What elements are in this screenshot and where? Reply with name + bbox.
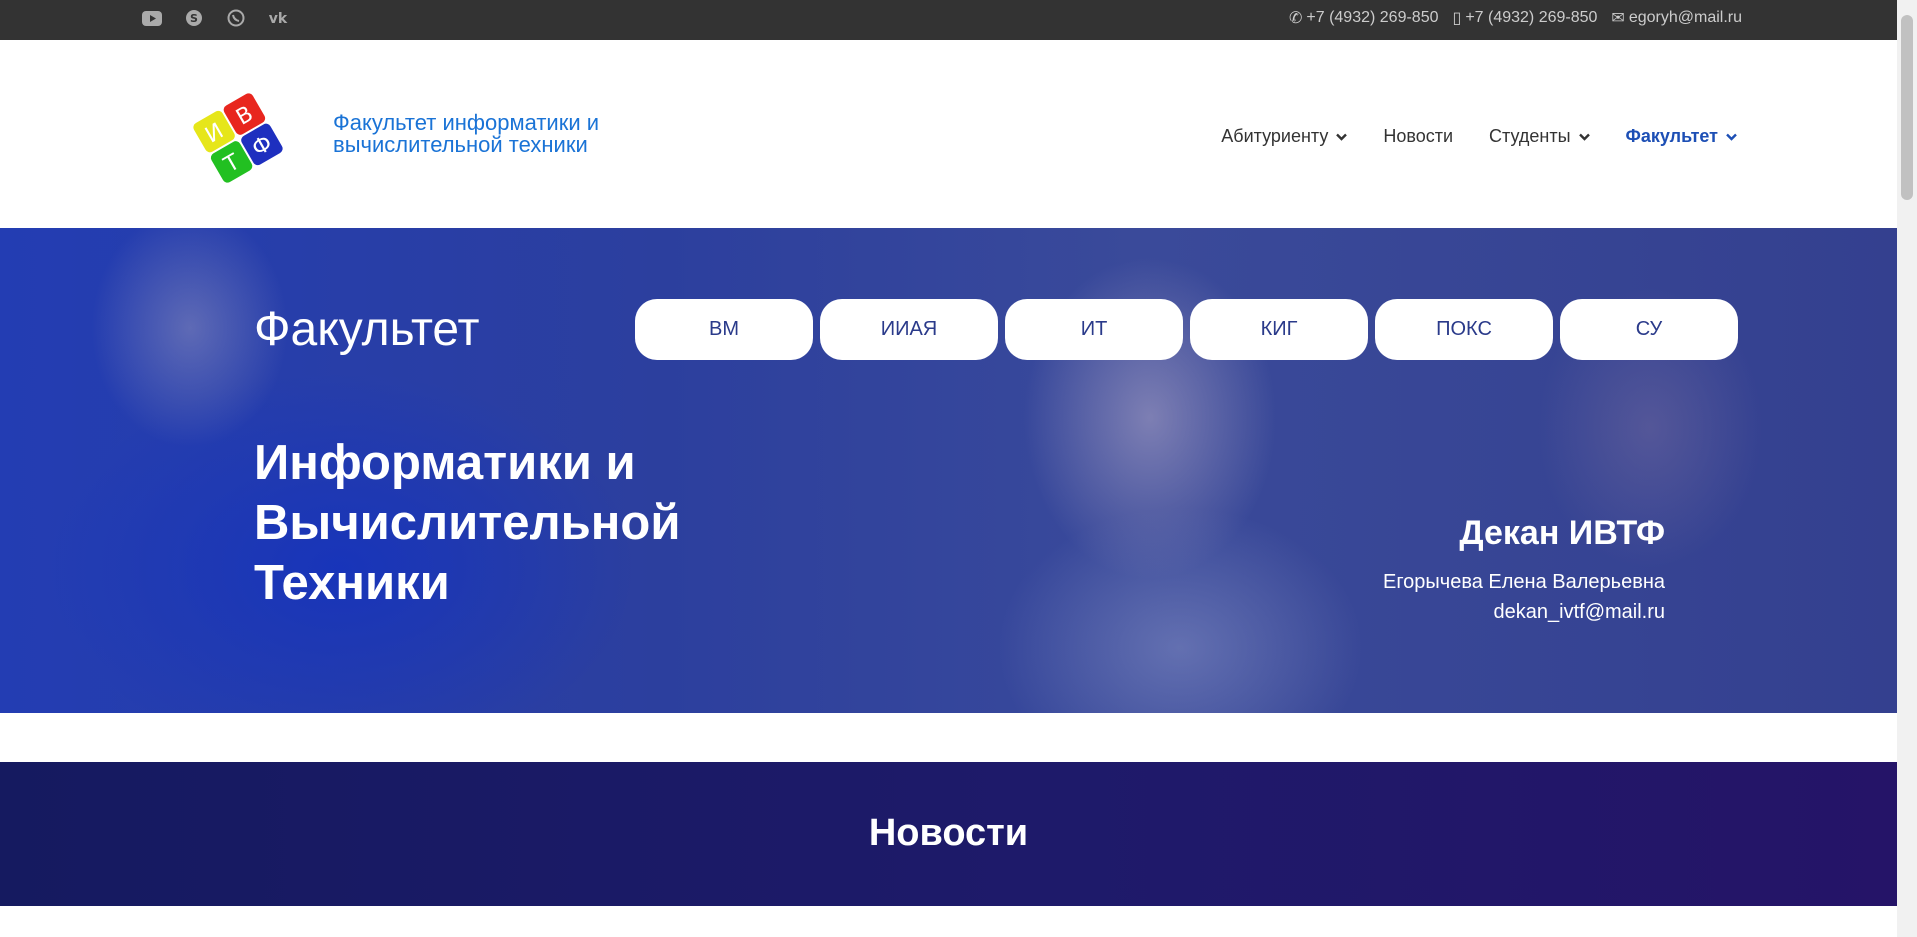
youtube-icon[interactable] (140, 6, 164, 30)
scrollbar-thumb[interactable] (1901, 15, 1913, 200)
vk-icon[interactable]: vk (266, 6, 290, 30)
mobile-number: +7 (4932) 269-850 (1465, 9, 1598, 26)
hero-heading: Информатики и Вычислительной Техники (254, 433, 774, 613)
top-bar: S vk ✆ +7 (4932) 269-850 ▯ +7 (4932) 269… (0, 0, 1897, 40)
nav-label: Студенты (1489, 126, 1571, 146)
mobile-contact[interactable]: ▯ +7 (4932) 269-850 (1453, 8, 1598, 28)
dean-info: Декан ИВТФ Егорычева Елена Валерьевна de… (1383, 514, 1665, 627)
hero-title: Факультет (254, 303, 480, 356)
hero-heading-line: Техники (254, 556, 450, 610)
news-section: Новости (0, 762, 1897, 906)
phone-icon: ✆ (1288, 10, 1303, 27)
email-address: egoryh@mail.ru (1628, 9, 1742, 26)
nav-label: Новости (1383, 126, 1454, 146)
whatsapp-icon[interactable] (224, 6, 248, 30)
dean-email[interactable]: dekan_ivtf@mail.ru (1383, 597, 1665, 627)
nav-label: Факультет (1625, 126, 1718, 146)
nav-item-students[interactable]: Студенты (1489, 126, 1590, 147)
mobile-icon: ▯ (1452, 10, 1462, 27)
tab-poks[interactable]: ПОКС (1375, 299, 1553, 360)
hero-banner: Факультет ВМ ИИАЯ ИТ КИГ ПОКС СУ Информа… (0, 228, 1897, 713)
chevron-down-icon (1726, 133, 1737, 141)
nav-item-applicants[interactable]: Абитуриенту (1221, 126, 1348, 147)
phone-number: +7 (4932) 269-850 (1306, 9, 1439, 26)
dean-name: Егорычева Елена Валерьевна (1382, 571, 1665, 593)
tab-kig[interactable]: КИГ (1190, 299, 1368, 360)
tab-su[interactable]: СУ (1560, 299, 1738, 360)
envelope-icon: ✉ (1611, 10, 1625, 27)
skype-icon[interactable]: S (182, 6, 206, 30)
site-title[interactable]: Факультет информатики и вычислительной т… (333, 112, 653, 156)
tab-iiaya[interactable]: ИИАЯ (820, 299, 998, 360)
nav-item-faculty[interactable]: Факультет (1626, 126, 1737, 147)
email-contact[interactable]: ✉ egoryh@mail.ru (1611, 8, 1742, 28)
nav-item-news[interactable]: Новости (1383, 126, 1453, 147)
chevron-down-icon (1578, 133, 1590, 141)
nav-label: Абитуриенту (1221, 126, 1329, 146)
hero-heading-line: Вычислительной (254, 496, 681, 550)
main-nav: Абитуриенту Новости Студенты Факультет (1221, 126, 1737, 147)
tab-vm[interactable]: ВМ (635, 299, 813, 360)
news-title: Новости (868, 812, 1029, 854)
social-links: S vk (140, 6, 290, 30)
svg-text:vk: vk (269, 11, 288, 25)
hero-heading-line: Информатики и (254, 436, 636, 490)
phone-contact[interactable]: ✆ +7 (4932) 269-850 (1289, 8, 1439, 28)
department-tabs: ВМ ИИАЯ ИТ КИГ ПОКС СУ (635, 299, 1738, 360)
tab-it[interactable]: ИТ (1005, 299, 1183, 360)
page-scrollbar[interactable] (1897, 0, 1917, 937)
site-header: И В Т Ф Факультет информатики и вычислит… (0, 40, 1897, 228)
faculty-logo[interactable]: И В Т Ф (188, 88, 288, 188)
dean-title: Декан ИВТФ (1459, 514, 1665, 552)
svg-text:S: S (190, 12, 198, 25)
chevron-down-icon (1336, 133, 1348, 141)
contacts: ✆ +7 (4932) 269-850 ▯ +7 (4932) 269-850 … (1289, 8, 1742, 28)
